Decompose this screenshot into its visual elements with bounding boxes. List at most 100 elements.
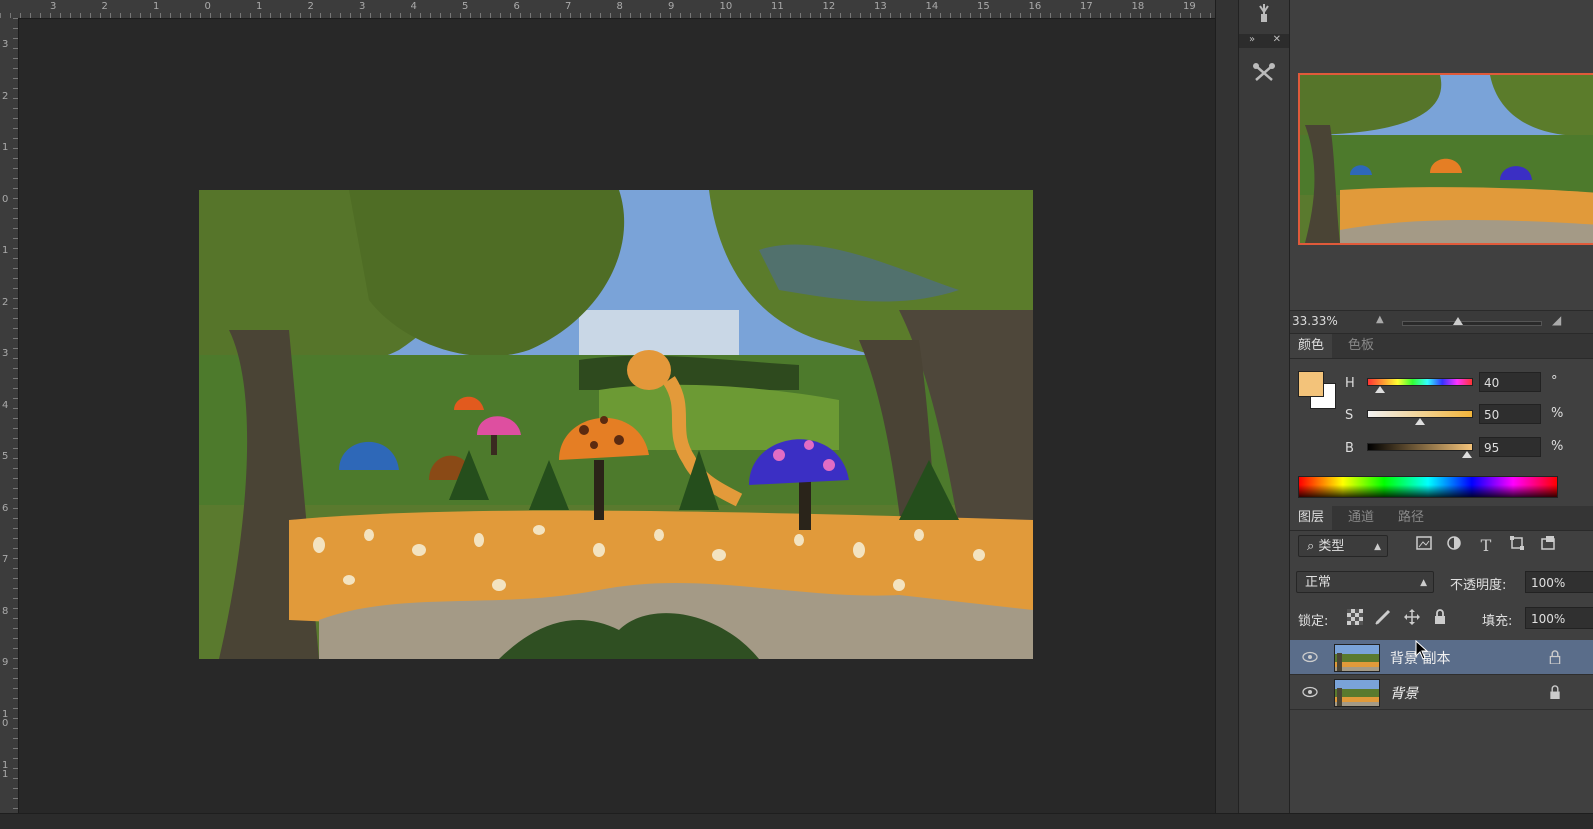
close-icon[interactable]: ✕ <box>1273 34 1281 45</box>
brightness-slider-row: B 95 % <box>1345 437 1593 463</box>
hue-label: H <box>1345 376 1355 391</box>
search-icon: ⌕ <box>1307 539 1315 554</box>
brightness-slider-track[interactable] <box>1367 443 1473 451</box>
tab-paths[interactable]: 路径 <box>1390 506 1432 530</box>
foreground-color-swatch[interactable] <box>1298 371 1324 397</box>
ruler-tick-label: 15 <box>977 1 990 12</box>
right-panel-dock: 33.33% ▲ ◢ 颜色 色板 H 40 ° S 50 % B 95 % 图层… <box>1290 0 1593 813</box>
horizontal-ruler[interactable]: 3 2 1 0 1 2 3 4 5 6 7 8 9 10 11 12 13 14 15 16 17 18 19 <box>0 0 1215 19</box>
ruler-tick-label: 3 <box>2 348 9 359</box>
opacity-label: 不透明度: <box>1450 578 1507 593</box>
layer-filter-label: 类型 <box>1318 539 1345 554</box>
saturation-unit: % <box>1551 406 1564 421</box>
tools-icon[interactable] <box>1247 62 1281 94</box>
ruler-tick-label: 3 <box>359 1 366 12</box>
filter-adjustment-layer-icon[interactable] <box>1444 536 1464 556</box>
collapsed-panel-strip: » ✕ <box>1238 0 1290 813</box>
tab-layers[interactable]: 图层 <box>1290 506 1333 530</box>
lock-transparent-pixels-icon[interactable] <box>1345 609 1365 629</box>
color-spectrum-ramp[interactable] <box>1298 476 1558 498</box>
ruler-tick-label: 13 <box>874 1 887 12</box>
ruler-tick-label: 8 <box>2 605 9 617</box>
hue-slider-track[interactable] <box>1367 378 1473 386</box>
ruler-tick-label: 1 <box>256 1 263 12</box>
layer-lock-icon[interactable] <box>1548 685 1562 699</box>
ruler-tick-label: 2 <box>307 1 314 12</box>
brightness-label: B <box>1345 441 1354 456</box>
layer-row-background-copy[interactable]: 背景 副本 <box>1290 640 1593 675</box>
lock-label: 锁定: <box>1298 614 1329 629</box>
layer-thumbnail <box>1334 679 1380 707</box>
tab-swatches[interactable]: 色板 <box>1340 334 1382 358</box>
vertical-scrollbar[interactable] <box>1215 0 1238 813</box>
ruler-tick-label: 2 <box>101 1 108 12</box>
ruler-tick-label: 2 <box>2 90 9 102</box>
filter-shape-layer-icon[interactable] <box>1507 536 1527 556</box>
navigator-thumbnail <box>1300 75 1593 243</box>
fill-input[interactable]: 100% <box>1525 607 1593 629</box>
layer-filter-dropdown[interactable]: ⌕ 类型 ▲ <box>1298 535 1388 557</box>
brightness-slider-thumb[interactable] <box>1462 451 1472 458</box>
zoom-in-icon[interactable]: ◢ <box>1552 313 1561 327</box>
zoom-percentage[interactable]: 33.33% <box>1292 314 1338 328</box>
hue-slider-row: H 40 ° <box>1345 372 1593 398</box>
fill-label: 填充: <box>1482 614 1513 629</box>
brightness-input[interactable]: 95 <box>1479 437 1541 457</box>
expand-icon[interactable]: » <box>1249 34 1255 45</box>
strip-header[interactable]: » ✕ <box>1239 34 1289 48</box>
layers-panel-tabs: 图层 通道 路径 <box>1290 506 1593 531</box>
ruler-tick-label: 0 <box>204 1 211 12</box>
ruler-tick-label: 11 <box>771 1 784 12</box>
artwork-image[interactable] <box>199 190 1033 659</box>
lock-all-icon[interactable] <box>1430 609 1450 629</box>
eye-icon[interactable] <box>1302 649 1318 665</box>
eye-icon[interactable] <box>1302 684 1318 700</box>
saturation-label: S <box>1345 408 1354 423</box>
tab-channels[interactable]: 通道 <box>1340 506 1382 530</box>
layer-row-background[interactable]: 背景 <box>1290 675 1593 710</box>
zoom-out-icon[interactable]: ▲ <box>1376 314 1384 325</box>
ruler-tick-label: 1 <box>2 142 9 153</box>
ruler-tick-label: 7 <box>565 1 572 12</box>
hue-input[interactable]: 40 <box>1479 372 1541 392</box>
mouse-cursor-icon <box>1415 640 1429 660</box>
zoom-slider[interactable] <box>1402 321 1542 326</box>
ruler-tick-label: 5 <box>462 1 469 12</box>
tab-color[interactable]: 颜色 <box>1290 334 1333 358</box>
layer-lock-icon <box>1549 650 1561 664</box>
hue-unit: ° <box>1551 374 1558 389</box>
updown-arrow-icon: ▲ <box>1374 542 1381 552</box>
layer-name[interactable]: 背景 <box>1390 683 1418 703</box>
hue-slider-thumb[interactable] <box>1375 386 1385 393</box>
ruler-tick-label: 7 <box>2 554 9 565</box>
lock-position-icon[interactable] <box>1402 609 1422 629</box>
lock-image-pixels-icon[interactable] <box>1374 609 1394 629</box>
ruler-tick-label: 6 <box>2 502 9 514</box>
ruler-tick-label: 8 <box>616 1 623 12</box>
saturation-slider-row: S 50 % <box>1345 404 1593 430</box>
navigator-preview[interactable] <box>1298 73 1593 245</box>
ruler-tick-label: 10 <box>719 1 733 12</box>
filter-smart-object-icon[interactable] <box>1538 536 1558 556</box>
filter-pixel-layer-icon[interactable] <box>1414 536 1434 556</box>
brightness-unit: % <box>1551 439 1564 454</box>
brush-preset-icon[interactable] <box>1247 2 1281 34</box>
blend-mode-dropdown[interactable]: 正常 ▲ <box>1296 571 1434 593</box>
vertical-ruler[interactable]: 32101234567891 01 1 <box>0 18 19 813</box>
ruler-tick-label: 6 <box>513 1 520 12</box>
filter-type-layer-icon[interactable]: T <box>1476 536 1496 556</box>
ruler-tick-label: 0 <box>2 193 9 205</box>
saturation-slider-thumb[interactable] <box>1415 418 1425 425</box>
opacity-input[interactable]: 100% <box>1525 571 1593 593</box>
ruler-tick-label: 2 <box>2 296 9 308</box>
status-bar <box>0 813 1593 829</box>
saturation-slider-track[interactable] <box>1367 410 1473 418</box>
ruler-tick-label: 18 <box>1131 1 1145 12</box>
updown-arrow-icon: ▲ <box>1420 578 1427 588</box>
ruler-tick-label: 3 <box>2 39 9 50</box>
ruler-tick-label: 9 <box>668 1 675 12</box>
blend-mode-value: 正常 <box>1305 575 1332 590</box>
zoom-slider-thumb[interactable] <box>1453 317 1463 325</box>
saturation-input[interactable]: 50 <box>1479 404 1541 424</box>
ruler-tick-label: 4 <box>2 399 9 411</box>
